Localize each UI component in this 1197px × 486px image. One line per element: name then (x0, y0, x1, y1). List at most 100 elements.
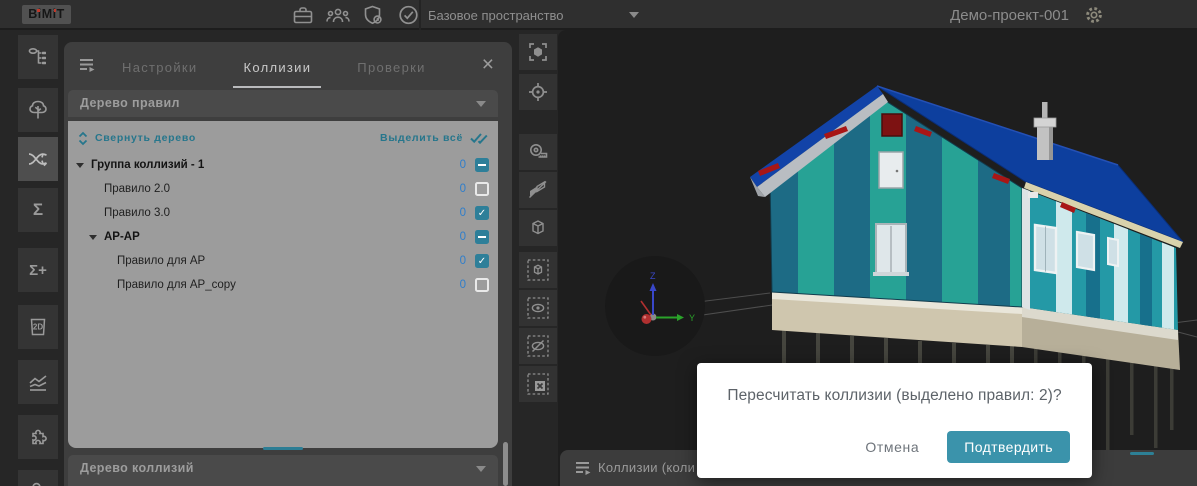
cancel-button[interactable]: Отмена (865, 439, 919, 455)
rule-label: АР-АР (104, 231, 140, 243)
rules-tree-header[interactable]: Дерево правил (68, 90, 498, 117)
collision-count: 0 (460, 183, 466, 195)
recalculate-dialog: Пересчитать коллизии (выделено правил: 2… (697, 363, 1092, 478)
tree-row[interactable]: Правило для АР_copy 0 (68, 273, 498, 297)
close-icon[interactable]: × (482, 52, 494, 78)
measure-tape-icon (526, 140, 550, 164)
section-plane-button[interactable] (519, 172, 557, 208)
sidebar-item-charts[interactable] (18, 360, 58, 404)
space-selector[interactable]: Базовое пространство (428, 0, 639, 30)
rule-checkbox[interactable] (475, 206, 489, 220)
rule-checkbox[interactable] (475, 278, 489, 292)
rule-label: Правило для АР (117, 255, 205, 267)
environment-tree-icon (26, 98, 50, 122)
team-icon[interactable] (325, 3, 351, 27)
section-plane-icon (526, 178, 550, 202)
collapse-tree-button[interactable]: Свернуть дерево (77, 131, 196, 146)
hide-selection-button[interactable] (519, 328, 557, 364)
collision-count: 0 (460, 207, 466, 219)
sidebar-item-user-check[interactable] (18, 470, 58, 486)
measure-button[interactable] (519, 134, 557, 170)
bottom-panel-title: Коллизии (коли (598, 450, 695, 486)
tab-collisions[interactable]: Коллизии (241, 56, 313, 79)
tree-row[interactable]: Правило 3.0 0 (68, 201, 498, 225)
tree-row[interactable]: АР-АР 0 (68, 225, 498, 249)
box-3d-icon (526, 216, 550, 240)
collision-count: 0 (460, 231, 466, 243)
sum-icon: Σ (33, 200, 43, 220)
sidebar-item-collisions[interactable] (18, 137, 58, 181)
tree-row[interactable]: Правило 2.0 0 (68, 177, 498, 201)
clear-selection-icon (525, 371, 551, 397)
logo-dot (54, 9, 57, 12)
collision-count: 0 (460, 159, 466, 171)
sidebar-item-model-tree[interactable] (18, 35, 58, 79)
collapse-tree-label: Свернуть дерево (95, 132, 196, 144)
sidebar-item-sum[interactable]: Σ (18, 188, 58, 232)
panel-resize-handle[interactable] (263, 447, 303, 451)
axis-y-label: Y (689, 313, 695, 323)
briefcase-icon[interactable] (290, 3, 316, 27)
shield-user-icon[interactable] (360, 3, 386, 27)
gable-door (879, 152, 903, 188)
topbar-divider (419, 0, 421, 30)
clear-selection-button[interactable] (519, 366, 557, 402)
rule-label: Правило 2.0 (104, 183, 170, 195)
rule-checkbox[interactable] (475, 254, 489, 268)
charts-icon (26, 370, 50, 394)
show-selection-button[interactable] (519, 290, 557, 326)
row-expander-icon[interactable] (89, 235, 97, 240)
collision-count: 0 (460, 279, 466, 291)
topbar: BiMiT (0, 0, 1197, 30)
collisions-icon (25, 147, 51, 171)
locate-icon (526, 80, 550, 104)
fit-view-button[interactable] (519, 34, 557, 70)
rule-label: Правило 3.0 (104, 207, 170, 219)
tab-checks[interactable]: Проверки (355, 56, 427, 79)
chevron-down-icon (476, 101, 486, 107)
bottom-panel-resize-handle[interactable] (1130, 452, 1154, 456)
fit-view-icon (526, 40, 550, 64)
sidebar-item-environment[interactable] (18, 88, 58, 132)
space-selector-label: Базовое пространство (428, 8, 564, 23)
select-all-button[interactable]: Выделить всё (380, 131, 489, 145)
sidebar-item-plugins[interactable] (18, 415, 58, 459)
locate-button[interactable] (519, 74, 557, 110)
axis-z-label: Z (650, 271, 656, 281)
confirm-button[interactable]: Подтвердить (947, 431, 1070, 463)
rule-label: Правило для АР_copy (117, 279, 236, 291)
collision-count: 0 (460, 255, 466, 267)
expand-collapse-icon (77, 131, 89, 146)
row-expander-icon[interactable] (76, 163, 84, 168)
sidebar-item-2d[interactable]: 2D (18, 305, 58, 349)
chimney (1034, 102, 1056, 160)
hide-selection-icon (525, 333, 551, 359)
sidebar-item-sum-add[interactable]: Σ+ (18, 248, 58, 292)
rule-checkbox[interactable] (475, 182, 489, 196)
topbar-right: Демо-проект-001 (950, 0, 1105, 30)
collisions-tree-header[interactable]: Дерево коллизий (68, 455, 498, 486)
check-circle-icon[interactable] (395, 3, 421, 27)
panel-scrollbar-thumb[interactable] (503, 442, 508, 486)
rule-checkbox[interactable] (475, 230, 489, 244)
orientation-gizmo[interactable]: Z Y (605, 256, 705, 356)
panel-menu-icon[interactable] (574, 460, 593, 477)
rules-tree-toolbar: Свернуть дерево Выделить всё (68, 126, 498, 150)
panel-tabs: Настройки Коллизии Проверки (120, 56, 428, 79)
double-check-icon (469, 131, 489, 145)
select-box-icon (525, 257, 551, 283)
box-3d-button[interactable] (519, 210, 557, 246)
rule-checkbox[interactable] (475, 158, 489, 172)
sum-add-icon: Σ+ (29, 262, 47, 279)
tree-row[interactable]: Группа коллизий - 1 0 (68, 153, 498, 177)
show-selection-icon (525, 295, 551, 321)
tree-row[interactable]: Правило для АР 0 (68, 249, 498, 273)
bimit-app: BiMiT (0, 0, 1197, 486)
topbar-toolbar (290, 3, 421, 27)
select-all-label: Выделить всё (380, 132, 463, 144)
panel-menu-icon[interactable] (78, 57, 97, 74)
settings-gear-icon[interactable] (1083, 4, 1105, 26)
tab-settings[interactable]: Настройки (120, 56, 199, 79)
select-box-button[interactable] (519, 252, 557, 288)
dialog-actions: Отмена Подтвердить (865, 431, 1070, 463)
